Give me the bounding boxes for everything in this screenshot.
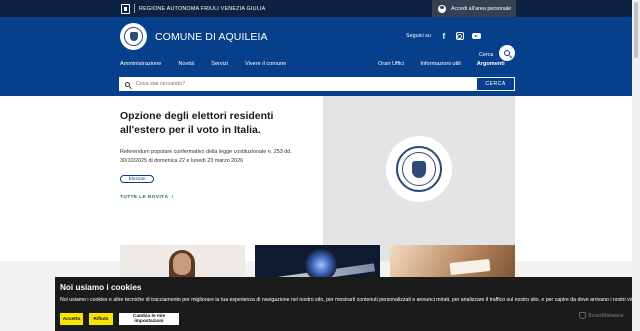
user-icon	[438, 4, 446, 13]
all-news-label: TUTTE LE NOVITÀ	[120, 194, 169, 200]
site-name: COMUNE DI AQUILEIA	[155, 30, 268, 43]
secondary-nav: Orari Uffici Informazioni utili Argoment…	[378, 61, 505, 67]
scrollbar[interactable]	[632, 0, 640, 331]
hero-description: Referendum popolare confermativo della l…	[120, 149, 292, 164]
site-header: COMUNE DI AQUILEIA Seguici su f Cerca Am…	[0, 17, 632, 96]
nav-item-argomenti[interactable]: Argomenti	[477, 61, 505, 67]
facebook-icon[interactable]: f	[440, 32, 448, 41]
hero-section: Opzione degli elettori residenti all'est…	[0, 96, 632, 261]
municipality-seal-icon	[120, 23, 147, 50]
follow-label: Seguici su	[406, 33, 431, 39]
tag-chip[interactable]: Elezioni	[120, 175, 154, 183]
divider	[134, 4, 135, 13]
login-button[interactable]: Accedi all'area personale	[432, 0, 516, 17]
home-link[interactable]: COMUNE DI AQUILEIA	[120, 23, 268, 50]
nav-item-servizi[interactable]: Servizi	[211, 61, 228, 67]
reject-cookies-button[interactable]: Rifiuto	[89, 313, 113, 325]
nav-item-informazioni-utili[interactable]: Informazioni utili	[420, 61, 460, 67]
search-toggle-button[interactable]	[499, 45, 515, 61]
nav-item-orari-uffici[interactable]: Orari Uffici	[378, 61, 404, 67]
cookie-text: Noi usiamo i cookies e altre tecniche di…	[60, 297, 635, 303]
tag-label: Elezioni	[128, 176, 146, 182]
scanmalware-badge: ScanMalware	[579, 312, 623, 319]
cookie-banner: Noi usiamo i cookies Noi usiamo i cookie…	[55, 277, 640, 331]
arrow-right-icon: ›	[171, 194, 174, 200]
search-icon	[125, 81, 130, 87]
region-name: REGIONE AUTONOMA FRIULI VENEZIA GIULIA	[139, 5, 266, 12]
reject-label: Rifiuto	[93, 316, 109, 322]
cookie-settings-button[interactable]: Cambia le mie impostazioni	[119, 313, 179, 325]
accept-label: Accetto	[62, 316, 81, 322]
main-nav: Amministrazione Novità Servizi Vivere il…	[120, 61, 286, 67]
nav-item-novita[interactable]: Novità	[178, 61, 194, 67]
instagram-icon[interactable]	[455, 32, 464, 40]
social-links: Seguici su f	[406, 32, 481, 41]
search-label[interactable]: Cerca	[479, 52, 493, 58]
accept-cookies-button[interactable]: Accetto	[60, 313, 83, 325]
search-submit-button[interactable]: CERCA	[477, 78, 514, 90]
nav-item-amministrazione[interactable]: Amministrazione	[120, 61, 161, 67]
search-button-label: CERCA	[485, 81, 506, 87]
search-icon	[504, 50, 510, 56]
customize-label: Cambia le mie impostazioni	[132, 314, 166, 324]
search-input[interactable]	[136, 81, 456, 87]
nav-item-vivere-il-comune[interactable]: Vivere il comune	[245, 61, 286, 67]
region-link[interactable]: REGIONE AUTONOMA FRIULI VENEZIA GIULIA	[121, 3, 265, 14]
scrollbar-thumb[interactable]	[634, 2, 638, 58]
badge-label: ScanMalware	[588, 312, 624, 319]
hero-image	[323, 96, 515, 261]
top-bar: REGIONE AUTONOMA FRIULI VENEZIA GIULIA A…	[0, 0, 632, 17]
login-label: Accedi all'area personale	[451, 5, 512, 12]
youtube-icon[interactable]	[471, 33, 481, 39]
shield-icon	[579, 312, 586, 319]
municipality-seal-icon	[386, 136, 452, 202]
cookie-title: Noi usiamo i cookies	[60, 283, 142, 292]
region-logo-icon	[121, 3, 130, 14]
search-bar: CERCA	[119, 77, 515, 91]
all-news-link[interactable]: TUTTE LE NOVITÀ ›	[120, 194, 174, 200]
hero-title[interactable]: Opzione degli elettori residenti all'est…	[120, 110, 320, 137]
